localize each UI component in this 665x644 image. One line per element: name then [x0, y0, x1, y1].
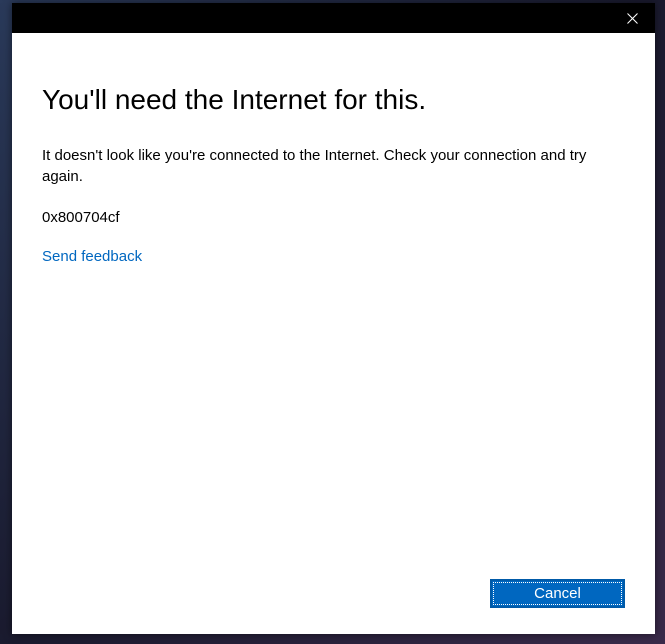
- send-feedback-link[interactable]: Send feedback: [42, 248, 142, 265]
- dialog-footer: Cancel: [12, 579, 655, 634]
- close-button[interactable]: [610, 3, 655, 33]
- dialog-content: You'll need the Internet for this. It do…: [12, 33, 655, 579]
- dialog-heading: You'll need the Internet for this.: [42, 83, 625, 117]
- dialog-body-text: It doesn't look like you're connected to…: [42, 145, 602, 187]
- titlebar: [12, 3, 655, 33]
- close-icon: [627, 13, 638, 24]
- error-code: 0x800704cf: [42, 209, 625, 226]
- cancel-button[interactable]: Cancel: [490, 579, 625, 608]
- dialog-window: You'll need the Internet for this. It do…: [12, 3, 655, 634]
